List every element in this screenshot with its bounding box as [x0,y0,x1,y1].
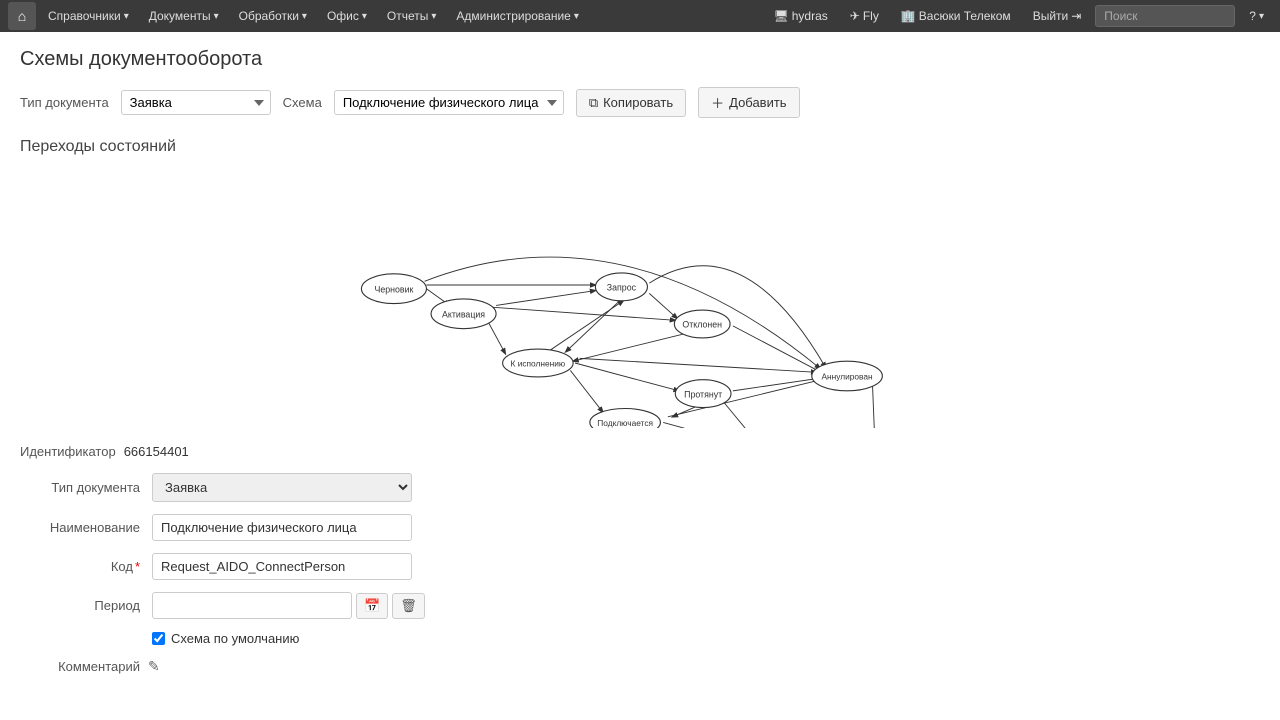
user-fly[interactable]: ✈ Fly [842,5,887,27]
chevron-down-icon: ▾ [302,11,307,22]
period-input-group: 📅 🗑 [152,592,425,619]
delete-icon: 🗑 [400,598,417,613]
default-schema-row: Схема по умолчанию [152,631,1260,646]
form-name-label: Наименование [20,520,140,535]
chevron-down-icon: ▾ [362,11,367,22]
default-schema-checkbox[interactable] [152,632,165,645]
default-schema-label: Схема по умолчанию [171,631,299,646]
workflow-diagram: Черновик Активация Запрос Отклонен К исп… [20,168,1260,428]
calendar-button[interactable]: 📅 [356,593,388,619]
svg-text:К исполнению: К исполнению [511,359,566,369]
chevron-down-icon: ▾ [1259,11,1264,22]
help-button[interactable]: ? ▾ [1241,5,1272,27]
nav-item-obrabotki[interactable]: Обработки ▾ [231,5,315,27]
svg-text:Протянут: Протянут [684,389,722,399]
doc-type-filter-label: Тип документа [20,95,109,110]
add-button[interactable]: ＋ Добавить [698,87,799,118]
user-vasyuki[interactable]: 🏢 Васюки Телеком [893,5,1019,27]
home-icon: ⌂ [18,8,26,24]
form-doc-type-label: Тип документа [20,480,140,495]
chevron-down-icon: ▾ [431,11,436,22]
calendar-icon: 📅 [364,598,380,613]
nav-item-ofis[interactable]: Офис ▾ [319,5,375,27]
form-doc-type-select[interactable]: Заявка [152,473,412,502]
fly-icon: ✈ [850,9,860,23]
home-button[interactable]: ⌂ [8,2,36,30]
copy-icon: ⧉ [589,95,598,111]
search-input[interactable] [1095,5,1235,27]
form-period-input[interactable] [152,592,352,619]
schema-filter-select[interactable]: Подключение физического лица [334,90,564,115]
user-hydras[interactable]: 🖥 hydras [766,5,836,27]
identifier-label: Идентификатор [20,444,116,459]
nav-item-administrirovanie[interactable]: Администрирование ▾ [448,5,586,27]
form-period-label: Период [20,598,140,613]
form-code-row: Код [20,553,1260,580]
identifier-row: Идентификатор 666154401 [20,444,1260,459]
identifier-value: 666154401 [124,444,189,459]
page-title: Схемы документооборота [20,48,1260,71]
section-title: Переходы состояний [20,138,1260,156]
logout-icon: ⇥ [1071,9,1081,23]
form-doc-type-row: Тип документа Заявка [20,473,1260,502]
svg-text:Аннулирован: Аннулирован [821,372,873,382]
topnav-right: 🖥 hydras ✈ Fly 🏢 Васюки Телеком Выйти ⇥ … [766,5,1272,27]
svg-text:Черновик: Черновик [374,284,413,294]
edit-comment-icon[interactable]: ✎ [148,658,160,675]
nav-item-spravochniki[interactable]: Справочники ▾ [40,5,137,27]
chevron-down-icon: ▾ [124,11,129,22]
schema-filter-label: Схема [283,95,322,110]
svg-text:Активация: Активация [442,310,485,320]
form-code-input[interactable] [152,553,412,580]
plus-icon: ＋ [711,93,724,112]
chevron-down-icon: ▾ [214,11,219,22]
form-code-label: Код [20,559,140,574]
monitor-icon: 🖥 [774,9,789,23]
company-icon: 🏢 [901,9,916,23]
svg-text:Запрос: Запрос [607,283,637,293]
form-name-input[interactable] [152,514,412,541]
form-period-row: Период 📅 🗑 [20,592,1260,619]
comment-row: Комментарий ✎ [20,658,1260,675]
form-name-row: Наименование [20,514,1260,541]
copy-button[interactable]: ⧉ Копировать [576,89,686,117]
clear-period-button[interactable]: 🗑 [392,593,425,619]
main-content: Схемы документооборота Тип документа Зая… [0,32,1280,691]
nav-item-dokumenty[interactable]: Документы ▾ [141,5,227,27]
svg-text:Подключается: Подключается [597,418,653,428]
comment-label: Комментарий [20,659,140,674]
doc-type-filter-select[interactable]: Заявка [121,90,271,115]
svg-text:Отклонен: Отклонен [682,320,722,330]
topnav: ⌂ Справочники ▾ Документы ▾ Обработки ▾ … [0,0,1280,32]
logout-button[interactable]: Выйти ⇥ [1025,5,1090,27]
diagram-area: Черновик Активация Запрос Отклонен К исп… [20,168,1260,428]
nav-item-otchety[interactable]: Отчеты ▾ [379,5,445,27]
chevron-down-icon: ▾ [574,11,579,22]
filter-row: Тип документа Заявка Схема Подключение ф… [20,87,1260,118]
